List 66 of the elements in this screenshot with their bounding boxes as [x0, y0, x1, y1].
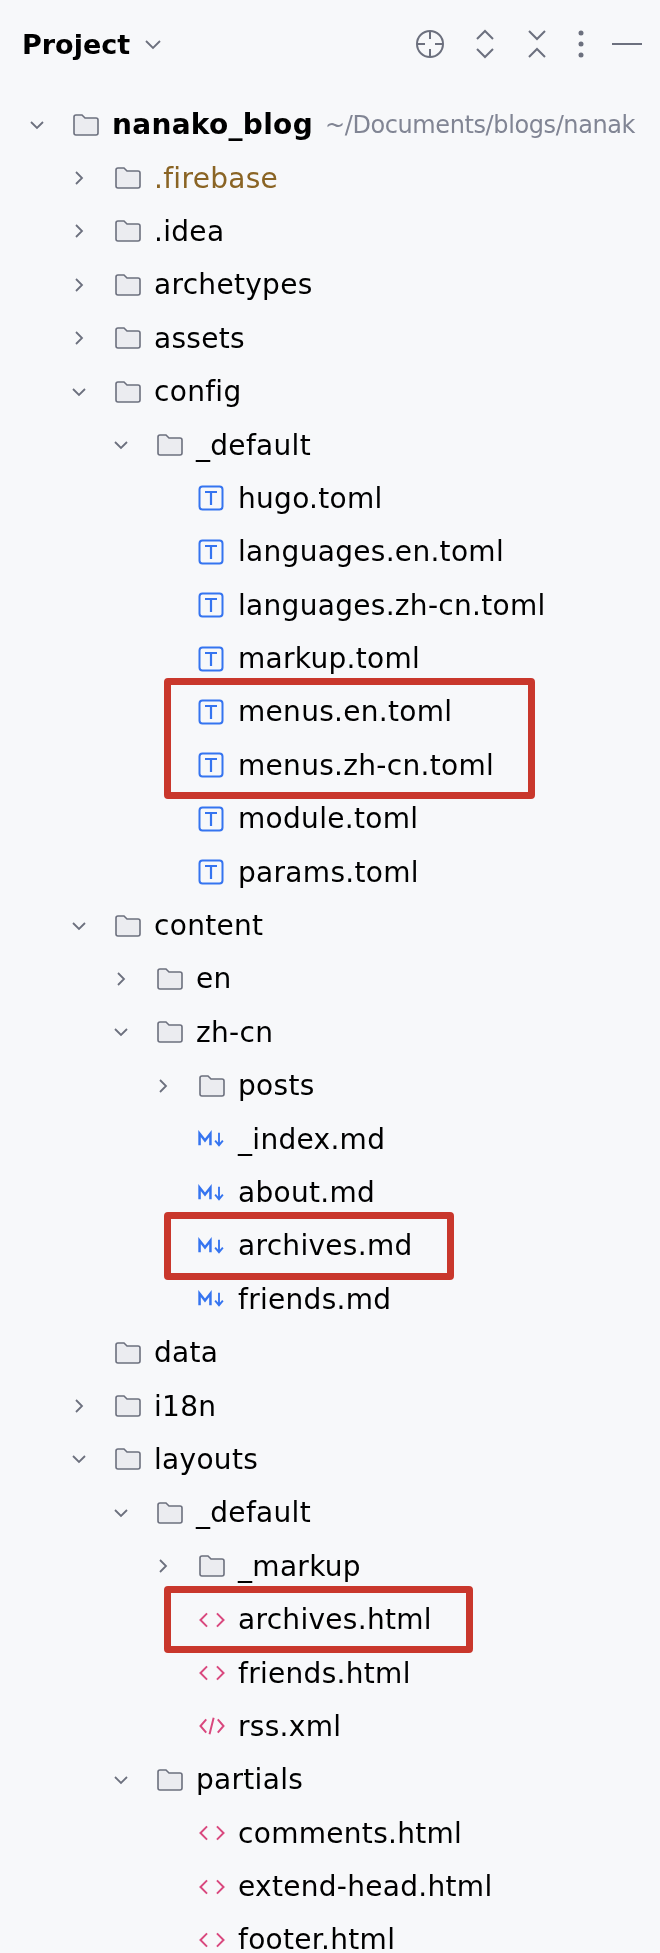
folder-icon [198, 1554, 226, 1579]
folder-icon [198, 1073, 226, 1098]
folder-icon [156, 1767, 184, 1792]
folder-icon [156, 1500, 184, 1525]
toml-file-icon [198, 805, 224, 832]
file-name[interactable]: archives.html [238, 1603, 432, 1637]
folder-icon [72, 112, 100, 137]
file-name[interactable]: hugo.toml [238, 481, 383, 515]
folder-icon [114, 1394, 142, 1419]
file-name[interactable]: archetypes [154, 268, 313, 302]
file-name[interactable]: nanako_blog [112, 108, 313, 142]
file-name[interactable]: _default [196, 1496, 311, 1530]
folder-icon [114, 272, 142, 297]
file-name[interactable]: extend-head.html [238, 1870, 493, 1904]
file-name[interactable]: _markup [238, 1549, 361, 1583]
file-name[interactable]: archives.md [238, 1229, 413, 1263]
folder-icon [114, 379, 142, 404]
toml-file-icon [198, 485, 224, 512]
file-name[interactable]: languages.en.toml [238, 535, 504, 569]
file-name[interactable]: menus.zh-cn.toml [238, 748, 495, 782]
more-icon[interactable] [576, 28, 586, 60]
file-name[interactable]: .firebase [154, 161, 279, 195]
toml-file-icon [198, 859, 224, 886]
file-name[interactable]: layouts [154, 1442, 259, 1476]
file-name[interactable]: languages.zh-cn.toml [238, 588, 546, 622]
toml-file-icon [198, 699, 224, 725]
minimize-icon[interactable] [612, 42, 642, 46]
file-name[interactable]: assets [154, 321, 245, 355]
file-name[interactable]: comments.html [238, 1816, 463, 1850]
file-name[interactable]: friends.html [238, 1656, 411, 1690]
file-name[interactable]: en [196, 962, 232, 996]
file-name[interactable]: friends.md [238, 1282, 392, 1316]
folder-icon [156, 966, 184, 991]
folder-icon [156, 433, 184, 458]
folder-icon [114, 219, 142, 244]
file-name[interactable]: about.md [238, 1176, 376, 1209]
folder-icon [114, 1340, 142, 1365]
file-name[interactable]: rss.xml [238, 1709, 342, 1743]
file-name[interactable]: posts [238, 1069, 315, 1103]
file-name[interactable]: _default [196, 428, 311, 462]
toml-file-icon [198, 752, 224, 779]
file-name[interactable]: menus.en.toml [238, 695, 453, 729]
file-name[interactable]: zh-cn [196, 1015, 274, 1049]
file-name[interactable]: footer.html [238, 1923, 396, 1953]
folder-icon [156, 1020, 184, 1045]
toml-file-icon [198, 592, 224, 619]
folder-icon [114, 913, 142, 938]
folder-icon [114, 166, 142, 191]
toml-file-icon [198, 538, 224, 565]
file-name[interactable]: data [154, 1336, 219, 1370]
panel-title[interactable]: Project [22, 28, 131, 60]
chevron-down-icon[interactable] [144, 38, 163, 50]
locate-icon[interactable] [414, 28, 446, 60]
file-name[interactable]: .idea [154, 214, 225, 248]
file-name[interactable]: config [154, 375, 242, 409]
file-name[interactable]: content [154, 909, 264, 943]
file-name[interactable]: partials [196, 1763, 304, 1797]
file-name[interactable]: i18n [154, 1389, 217, 1423]
file-name[interactable]: markup.toml [238, 642, 421, 676]
toml-file-icon [198, 645, 224, 672]
project-path: ~/Documents/blogs/nanak [325, 110, 636, 139]
folder-icon [114, 326, 142, 351]
folder-icon [114, 1447, 142, 1472]
file-name[interactable]: module.toml [238, 802, 419, 836]
file-name[interactable]: _index.md [238, 1122, 386, 1156]
file-name[interactable]: params.toml [238, 855, 419, 889]
